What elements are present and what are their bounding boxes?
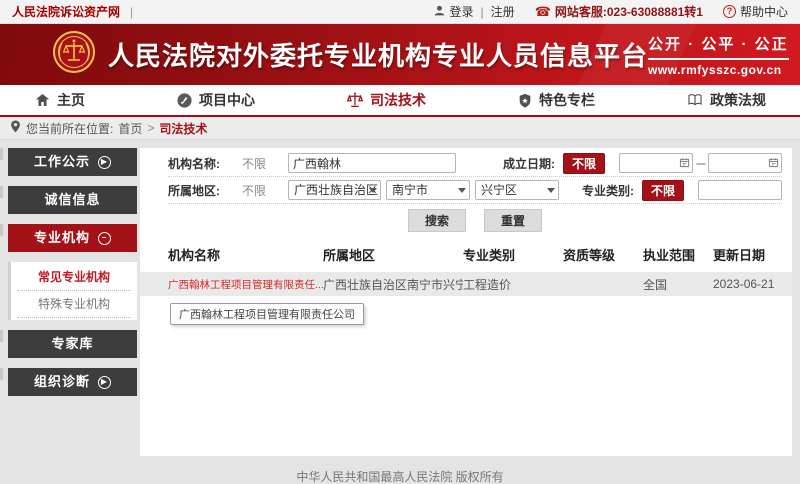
cell-category: 工程造价 [463, 276, 563, 293]
search-button[interactable]: 搜索 [408, 209, 466, 232]
court-emblem-icon [52, 30, 96, 79]
province-select-value: 广西壮族自治区 [294, 183, 378, 197]
scales-icon [346, 91, 364, 109]
breadcrumb-prefix: 您当前所在位置: [26, 120, 113, 137]
collapse-circle-icon: − [98, 232, 111, 245]
city-select[interactable]: 南宁市 [386, 180, 470, 200]
results-table-header: 机构名称 所属地区 专业类别 资质等级 执业范围 更新日期 [168, 236, 782, 272]
category-label: 专业类别: [582, 182, 634, 199]
nav-item-home[interactable]: 主页 [34, 90, 85, 110]
org-name-any-option[interactable]: 不限 [242, 155, 288, 172]
login-register-divider: | [481, 5, 484, 19]
org-name-label: 机构名称: [168, 155, 220, 172]
col-header-update-date: 更新日期 [713, 245, 782, 264]
cell-region: 广西壮族自治区南宁市兴宁区 [323, 276, 463, 293]
header-slogan: 公开 · 公平 · 公正 [648, 33, 789, 60]
sidebar-item-expert-pool[interactable]: 专家库 [8, 330, 137, 358]
chevron-down-icon [369, 188, 377, 193]
chevron-down-icon [547, 188, 555, 193]
login-link[interactable]: 登录 [450, 3, 474, 20]
region-label: 所属地区: [168, 182, 220, 199]
sidebar: 工作公示 ▶ 诚信信息 专业机构 − 常见专业机构 特殊专业机构 专家库 组织诊… [8, 148, 137, 456]
primary-nav: 主页 项目中心 司法技术 特色专栏 政策法规 [0, 85, 800, 117]
shield-star-icon [517, 92, 533, 109]
user-icon [433, 4, 446, 20]
col-header-qualification: 资质等级 [563, 245, 643, 264]
nav-item-project-center[interactable]: 项目中心 [176, 90, 255, 110]
region-any-option[interactable]: 不限 [242, 182, 288, 199]
topbar-separator: | [130, 5, 133, 19]
reset-button[interactable]: 重置 [484, 209, 542, 232]
sidebar-subitem-common-orgs[interactable]: 常见专业机构 [17, 264, 131, 291]
sidebar-subitem-special-orgs[interactable]: 特殊专业机构 [17, 291, 131, 318]
province-select[interactable]: 广西壮族自治区 [288, 180, 381, 200]
sidebar-submenu: 常见专业机构 特殊专业机构 [8, 262, 137, 320]
nav-item-policy[interactable]: 政策法规 [686, 90, 766, 110]
expand-circle-icon: ▶ [98, 156, 111, 169]
district-select-value: 兴宁区 [481, 183, 517, 197]
sidebar-item-professional-orgs[interactable]: 专业机构 − [8, 224, 137, 252]
est-date-end-input[interactable] [708, 153, 782, 173]
nav-label-policy: 政策法规 [710, 90, 766, 110]
top-utility-bar: 人民法院诉讼资产网 | 登录 | 注册 ☎ 网站客服:023-63088881转… [0, 0, 800, 24]
header-url: www.rmfysszc.gov.cn [648, 63, 789, 77]
col-header-org-name: 机构名称 [168, 245, 323, 264]
phone-icon: ☎ [535, 5, 551, 18]
est-date-any-button[interactable]: 不限 [563, 153, 605, 174]
form-row-region: 所属地区: 不限 广西壮族自治区 南宁市 兴宁区 专业类别: 不限 [168, 177, 782, 204]
org-name-input[interactable] [288, 153, 456, 173]
nav-label-home: 主页 [57, 90, 85, 110]
sidebar-label-work-publicity: 工作公示 [34, 148, 90, 176]
date-range-separator: --- [696, 156, 705, 170]
district-select[interactable]: 兴宁区 [475, 180, 559, 200]
sidebar-label-expert-pool: 专家库 [51, 330, 93, 358]
book-icon [686, 92, 704, 108]
breadcrumb-current: 司法技术 [159, 120, 207, 137]
cell-update-date: 2023-06-21 [713, 277, 782, 291]
sidebar-item-org-diagnosis[interactable]: 组织诊断 ▶ [8, 368, 137, 396]
cell-scope: 全国 [643, 276, 713, 293]
col-header-category: 专业类别 [463, 245, 563, 264]
sidebar-label-integrity-info: 诚信信息 [44, 186, 100, 214]
category-any-button[interactable]: 不限 [642, 180, 684, 201]
footer-copyright: 中华人民共和国最高人民法院 版权所有 [0, 456, 800, 484]
est-date-label: 成立日期: [503, 155, 555, 172]
help-icon: ? [723, 5, 736, 18]
sidebar-label-professional-orgs: 专业机构 [34, 224, 90, 252]
org-name-tooltip: 广西翰林工程项目管理有限责任公司 [170, 303, 364, 325]
register-link[interactable]: 注册 [491, 3, 515, 20]
category-input[interactable] [698, 180, 782, 200]
nav-item-special-column[interactable]: 特色专栏 [517, 90, 595, 110]
sidebar-item-work-publicity[interactable]: 工作公示 ▶ [8, 148, 137, 176]
nav-item-judicial-tech[interactable]: 司法技术 [346, 90, 426, 110]
location-pin-icon [10, 120, 21, 136]
nav-label-project-center: 项目中心 [199, 90, 255, 110]
breadcrumb-home-link[interactable]: 首页 [118, 120, 142, 137]
main-panel: 机构名称: 不限 成立日期: 不限 --- 所属地区: 不限 [140, 148, 792, 456]
chevron-down-icon [458, 188, 466, 193]
site-header: 人民法院对外委托专业机构专业人员信息平台 公开 · 公平 · 公正 www.rm… [0, 24, 800, 85]
breadcrumb-separator: > [147, 121, 154, 135]
form-actions: 搜索 重置 [168, 204, 782, 236]
est-date-start-input[interactable] [619, 153, 693, 173]
content-area: 工作公示 ▶ 诚信信息 专业机构 − 常见专业机构 特殊专业机构 专家库 组织诊… [0, 140, 800, 456]
help-center-link[interactable]: 帮助中心 [740, 3, 788, 20]
form-row-org-name: 机构名称: 不限 成立日期: 不限 --- [168, 150, 782, 177]
page-title: 人民法院对外委托专业机构专业人员信息平台 [108, 36, 648, 73]
sidebar-label-org-diagnosis: 组织诊断 [34, 368, 90, 396]
hotline-text: 网站客服:023-63088881转1 [555, 3, 703, 20]
expand-circle-icon: ▶ [98, 376, 111, 389]
nav-label-special-column: 特色专栏 [539, 90, 595, 110]
site-name-link[interactable]: 人民法院诉讼资产网 [12, 3, 120, 20]
sidebar-item-integrity-info[interactable]: 诚信信息 [8, 186, 137, 214]
table-row[interactable]: 广西翰林工程项目管理有限责任... 广西壮族自治区南宁市兴宁区 工程造价 全国 … [140, 272, 792, 296]
home-icon [34, 92, 51, 108]
nav-label-judicial-tech: 司法技术 [370, 90, 426, 110]
org-name-link[interactable]: 广西翰林工程项目管理有限责任... [168, 277, 323, 292]
col-header-scope: 执业范围 [643, 245, 713, 264]
col-header-region: 所属地区 [323, 245, 463, 264]
project-icon [176, 92, 193, 109]
breadcrumb: 您当前所在位置: 首页 > 司法技术 [0, 117, 800, 140]
city-select-value: 南宁市 [392, 183, 428, 197]
